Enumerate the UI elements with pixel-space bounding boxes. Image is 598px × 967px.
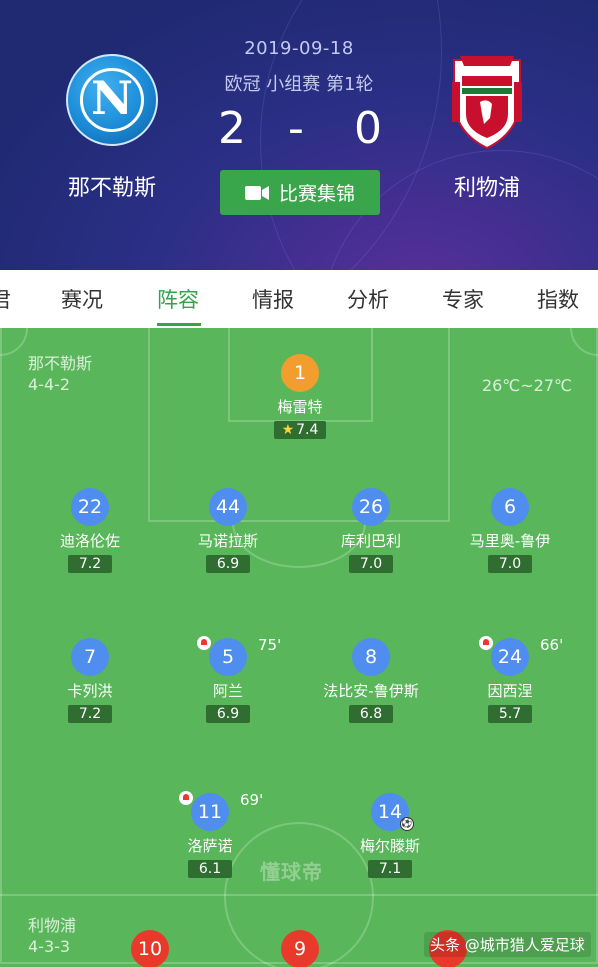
player-rating: 7.1 (368, 860, 412, 878)
player-card[interactable]: 10 (90, 930, 210, 967)
match-highlights-button[interactable]: 比赛集锦 (220, 170, 380, 215)
player-rating: 7.2 (68, 705, 112, 723)
rating-value: 7.4 (296, 422, 319, 438)
tab-experts[interactable]: 专家 (442, 284, 484, 314)
tab-lineup[interactable]: 阵容 (157, 284, 199, 314)
player-rating: 6.1 (188, 860, 232, 878)
player-number: 7 (71, 638, 109, 676)
player-rating: 6.9 (206, 555, 250, 573)
napoli-logo-letter: N (90, 71, 134, 125)
player-card[interactable]: 8 法比安-鲁伊斯 6.8 (311, 638, 431, 723)
score-separator: - (288, 103, 304, 154)
tab-intel[interactable]: 情报 (252, 284, 294, 314)
player-rating: 7.0 (488, 555, 532, 573)
player-card[interactable]: 5 75' 阿兰 6.9 (168, 636, 288, 723)
sub-out-arrow-icon (479, 636, 493, 650)
player-number: 11 (191, 793, 229, 831)
player-number: 8 (352, 638, 390, 676)
player-card[interactable]: 9 (240, 930, 360, 967)
active-tab-indicator (157, 323, 201, 326)
player-card[interactable]: 24 66' 因西涅 5.7 (450, 636, 570, 723)
player-rating: 7.2 (68, 555, 112, 573)
match-header: 2019-09-18 欧冠 小组赛 第1轮 2 - 0 N 那不勒斯 利物浦 比… (0, 0, 598, 270)
player-name: 因西涅 (487, 682, 533, 700)
player-rating: 6.8 (349, 705, 393, 723)
player-number: 5 (209, 638, 247, 676)
home-team-name: 那不勒斯 (67, 176, 156, 201)
player-name: 法比安-鲁伊斯 (323, 682, 419, 700)
player-number: 10 (131, 930, 169, 967)
player-rating: 6.9 (206, 705, 250, 723)
sub-out-arrow-icon (179, 791, 193, 805)
tab-odds[interactable]: 指数 (537, 284, 579, 314)
player-name: 马诺拉斯 (197, 532, 258, 550)
home-score: 2 (218, 103, 246, 154)
player-name: 阿兰 (212, 682, 243, 700)
player-card[interactable]: 26 库利巴利 7.0 (311, 488, 431, 573)
player-name: 梅尔滕斯 (359, 837, 420, 855)
star-icon: ★ (281, 422, 295, 438)
tab-partial[interactable]: 君 (0, 284, 11, 314)
player-number: 44 (209, 488, 247, 526)
player-name: 梅雷特 (277, 398, 323, 416)
player-rating: 7.0 (349, 555, 393, 573)
player-card[interactable]: 14 ⚽ 梅尔滕斯 7.1 (330, 793, 450, 878)
tab-analysis[interactable]: 分析 (347, 284, 389, 314)
away-team-name: 利物浦 (453, 176, 520, 201)
player-name: 库利巴利 (340, 532, 401, 550)
player-card[interactable]: 44 马诺拉斯 6.9 (168, 488, 288, 573)
player-name: 马里奥-鲁伊 (469, 532, 551, 550)
liverpool-logo[interactable] (446, 52, 528, 152)
dongqiudi-watermark: 懂球帝 (260, 860, 323, 884)
weather-temperature: 26℃~27℃ (481, 376, 572, 395)
away-formation: 4-3-3 (28, 937, 71, 956)
tab-match-status[interactable]: 赛况 (61, 284, 103, 314)
player-rating: ★ 7.4 (273, 421, 327, 439)
video-camera-icon (244, 185, 269, 200)
player-card[interactable]: 1 梅雷特 ★ 7.4 (240, 354, 360, 439)
tab-bar: 君 赛况 阵容 情报 分析 专家 指数 (0, 270, 598, 329)
player-number: 9 (281, 930, 319, 967)
player-card[interactable]: 22 迪洛伦佐 7.2 (30, 488, 150, 573)
player-rating: 5.7 (488, 705, 532, 723)
player-card[interactable]: 11 69' 洛萨诺 6.1 (150, 791, 270, 878)
substitution-minute: 66' (540, 636, 564, 654)
soccer-ball-icon: ⚽ (400, 817, 414, 831)
player-card[interactable]: 7 卡列洪 7.2 (30, 638, 150, 723)
away-score: 0 (354, 103, 382, 154)
home-formation: 4-4-2 (28, 375, 71, 394)
home-lineup-team: 那不勒斯 (28, 354, 93, 373)
away-lineup-team: 利物浦 (28, 916, 77, 935)
player-number: 24 (491, 638, 529, 676)
player-number: 26 (352, 488, 390, 526)
substitution-minute: 69' (240, 791, 264, 809)
player-name: 迪洛伦佐 (59, 532, 120, 550)
toutiao-source-tag: 头条 @城市猎人爱足球 (424, 932, 591, 957)
highlights-label: 比赛集锦 (278, 183, 355, 205)
player-card[interactable]: 6 马里奥-鲁伊 7.0 (450, 488, 570, 573)
player-number: 6 (491, 488, 529, 526)
player-name: 洛萨诺 (187, 837, 233, 855)
player-number: 22 (71, 488, 109, 526)
lineup-pitch: 那不勒斯 4-4-2 26℃~27℃ 1 梅雷特 ★ 7.4 22 迪洛伦佐 7.… (0, 328, 598, 967)
player-number: 1 (281, 354, 319, 392)
napoli-logo[interactable]: N (66, 54, 158, 146)
sub-out-arrow-icon (197, 636, 211, 650)
player-name: 卡列洪 (67, 682, 113, 700)
substitution-minute: 75' (258, 636, 282, 654)
